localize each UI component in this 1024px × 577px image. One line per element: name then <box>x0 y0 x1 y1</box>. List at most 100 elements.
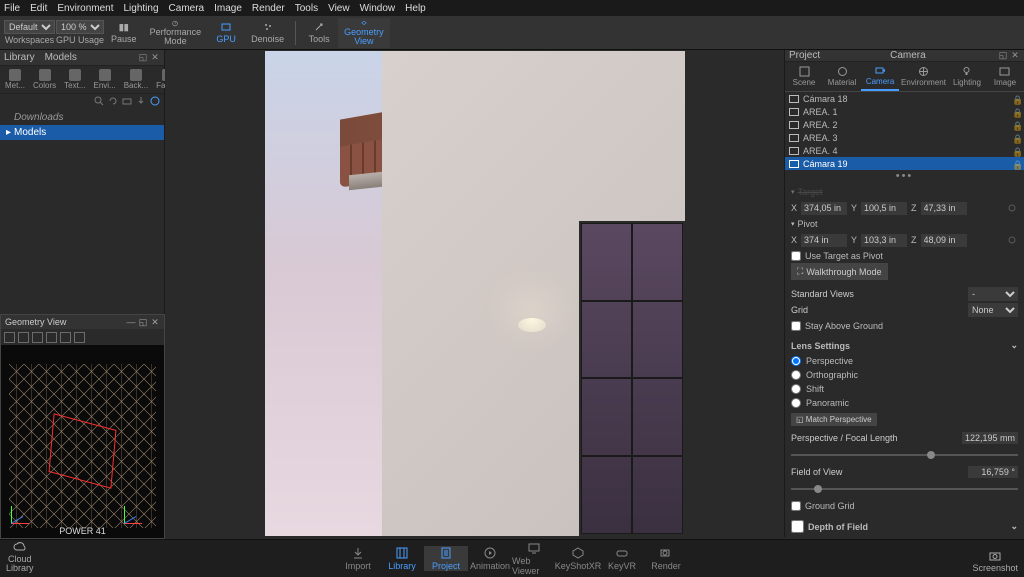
viewport[interactable] <box>165 50 784 537</box>
pivot-z[interactable] <box>921 234 967 247</box>
fov-value[interactable]: 16,759 ° <box>968 466 1018 478</box>
project-tab[interactable]: Project <box>789 50 820 61</box>
match-perspective-button[interactable]: ◱ Match Perspective <box>791 413 877 426</box>
camera-item-3[interactable]: AREA. 3🔒 <box>785 131 1024 144</box>
performance-mode-button[interactable]: Performance Mode <box>144 18 208 48</box>
lock-icon[interactable]: 🔒 <box>1012 147 1020 155</box>
search-icon[interactable] <box>94 96 104 106</box>
perspective-radio[interactable] <box>791 356 801 366</box>
panel-close-icon[interactable]: ✕ <box>150 53 160 63</box>
workspace-select[interactable]: Default <box>4 20 55 34</box>
ground-grid-checkbox[interactable] <box>791 501 801 511</box>
fov-slider[interactable] <box>791 488 1018 490</box>
target-y[interactable] <box>861 202 907 215</box>
lock-icon[interactable]: 🔒 <box>1012 108 1020 116</box>
models-tree-item[interactable]: ▸Models <box>0 125 164 140</box>
tools-button[interactable]: Tools <box>301 18 337 48</box>
gv-close-icon[interactable]: ✕ <box>150 317 160 327</box>
project-close-icon[interactable]: ✕ <box>1010 51 1020 61</box>
webviewer-button[interactable]: Web Viewer <box>512 541 556 576</box>
textures-btn[interactable]: Text... <box>61 68 88 91</box>
lock-icon[interactable]: 🔒 <box>1012 121 1020 129</box>
standard-views-select[interactable]: - <box>968 287 1018 301</box>
import-lib-icon[interactable] <box>136 96 146 106</box>
target-x[interactable] <box>801 202 847 215</box>
gv-move-icon[interactable] <box>18 332 29 343</box>
denoise-button[interactable]: Denoise <box>245 18 290 48</box>
render-button[interactable]: Render <box>644 546 688 571</box>
gv-settings-icon[interactable] <box>4 332 15 343</box>
pivot-x[interactable] <box>801 234 847 247</box>
target-section[interactable]: ▾Target <box>791 184 1018 200</box>
gv-grid-icon[interactable] <box>46 332 57 343</box>
geometry-view-button[interactable]: Geometry View <box>338 18 390 48</box>
pause-button[interactable]: ▮▮Pause <box>105 18 143 48</box>
walkthrough-button[interactable]: ⛶ Walkthrough Mode <box>791 263 888 280</box>
animation-button[interactable]: Animation <box>468 546 512 571</box>
menu-image[interactable]: Image <box>214 3 242 14</box>
downloads-tree-item[interactable]: Downloads <box>0 110 164 125</box>
project-nav-button[interactable]: Project <box>424 546 468 571</box>
geometry-viewport[interactable]: POWER 41 <box>1 345 164 538</box>
menu-lighting[interactable]: Lighting <box>124 3 159 14</box>
menu-help[interactable]: Help <box>405 3 426 14</box>
pivot-y[interactable] <box>861 234 907 247</box>
lock-icon[interactable]: 🔒 <box>1012 134 1020 142</box>
material-subtab[interactable]: Material <box>823 62 861 91</box>
pivot-section[interactable]: ▾Pivot <box>791 216 1018 232</box>
menu-render[interactable]: Render <box>252 3 285 14</box>
target-z[interactable] <box>921 202 967 215</box>
scene-subtab[interactable]: Scene <box>785 62 823 91</box>
lock-icon[interactable]: 🔒 <box>1012 95 1020 103</box>
camera-item-5[interactable]: Cámara 19🔒 <box>785 157 1024 170</box>
environments-btn[interactable]: Envi... <box>90 68 118 91</box>
orthographic-radio[interactable] <box>791 370 801 380</box>
zoom-select[interactable]: 100 % <box>56 20 104 34</box>
colors-btn[interactable]: Colors <box>30 68 59 91</box>
import-button[interactable]: Import <box>336 546 380 571</box>
screenshot-button[interactable]: Screenshot <box>972 549 1018 573</box>
menu-window[interactable]: Window <box>360 3 396 14</box>
gv-camera-icon[interactable] <box>60 332 71 343</box>
backplates-btn[interactable]: Back... <box>121 68 151 91</box>
gv-bounds-icon[interactable] <box>74 332 85 343</box>
camera-list-resize[interactable]: ••• <box>785 170 1024 182</box>
panoramic-radio[interactable] <box>791 398 801 408</box>
cloud-library-button[interactable]: Cloud Library <box>6 541 34 573</box>
shift-radio[interactable] <box>791 384 801 394</box>
dof-checkbox[interactable] <box>791 520 804 533</box>
stay-above-checkbox[interactable] <box>791 321 801 331</box>
lens-settings-section[interactable]: Lens Settings⌄ <box>791 337 1018 354</box>
library-nav-button[interactable]: Library <box>380 546 424 571</box>
gv-cube-icon[interactable] <box>32 332 43 343</box>
menu-camera[interactable]: Camera <box>169 3 205 14</box>
folder-icon[interactable] <box>122 96 132 106</box>
grid-select[interactable]: None <box>968 303 1018 317</box>
camera-item-4[interactable]: AREA. 4🔒 <box>785 144 1024 157</box>
camera-item-0[interactable]: Cámara 18🔒 <box>785 92 1024 105</box>
gv-undock-icon[interactable]: ◱ <box>138 317 148 327</box>
web-icon[interactable] <box>150 96 160 106</box>
menu-edit[interactable]: Edit <box>30 3 47 14</box>
menu-environment[interactable]: Environment <box>57 3 113 14</box>
lock-icon[interactable]: 🔒 <box>1012 160 1020 168</box>
gear-icon[interactable] <box>1006 234 1018 246</box>
dof-section[interactable]: Depth of Field⌄ <box>791 517 1018 536</box>
environment-subtab[interactable]: Environment <box>899 62 948 91</box>
panel-undock-icon[interactable]: ◱ <box>138 53 148 63</box>
menu-view[interactable]: View <box>328 3 350 14</box>
camera-item-1[interactable]: AREA. 1🔒 <box>785 105 1024 118</box>
keyshotxr-button[interactable]: KeyShotXR <box>556 546 600 571</box>
focal-length-value[interactable]: 122,195 mm <box>962 432 1018 444</box>
image-subtab[interactable]: Image <box>986 62 1024 91</box>
camera-tab[interactable]: Camera <box>890 50 926 61</box>
library-tab[interactable]: Library <box>4 52 35 63</box>
gear-icon[interactable] <box>1006 202 1018 214</box>
project-undock-icon[interactable]: ◱ <box>998 51 1008 61</box>
keyvr-button[interactable]: KeyVR <box>600 546 644 571</box>
refresh-icon[interactable] <box>108 96 118 106</box>
gv-min-icon[interactable]: — <box>126 317 136 327</box>
lighting-subtab[interactable]: Lighting <box>948 62 986 91</box>
menu-tools[interactable]: Tools <box>295 3 318 14</box>
materials-btn[interactable]: Met... <box>2 68 28 91</box>
